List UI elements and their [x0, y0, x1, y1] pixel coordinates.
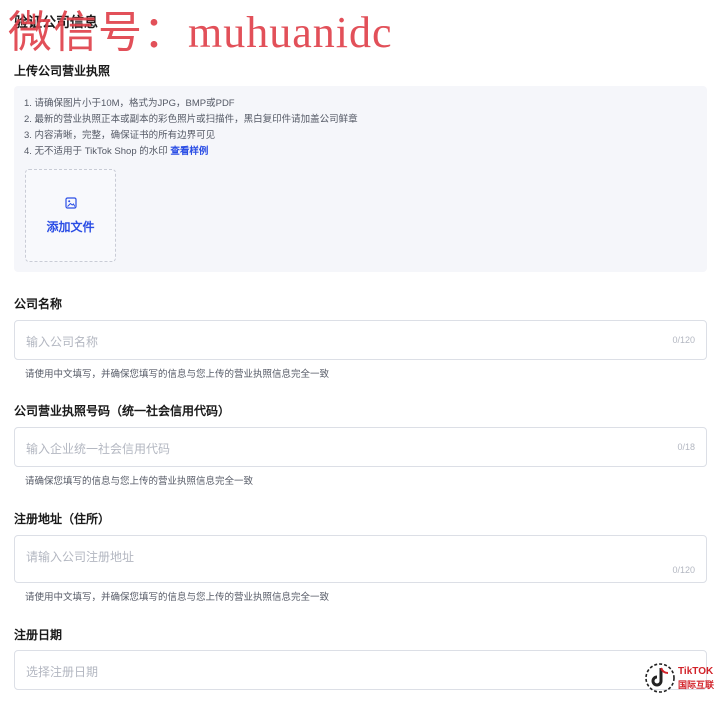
license-number-input[interactable]: 输入企业统一社会信用代码 0/18	[14, 427, 707, 467]
license-number-label: 公司营业执照号码（统一社会信用代码）	[14, 404, 231, 418]
view-sample-link[interactable]: 查看样例	[170, 146, 208, 157]
company-name-input[interactable]: 输入公司名称 0/120	[14, 320, 707, 360]
license-number-placeholder: 输入企业统一社会信用代码	[26, 442, 171, 456]
upload-rule: 1. 请确保图片小于10M，格式为JPG，BMP或PDF	[24, 98, 235, 109]
logo-text-line1: TikTOK	[678, 666, 714, 677]
company-name-hint: 请使用中文填写，并确保您填写的信息与您上传的营业执照信息完全一致	[25, 369, 330, 380]
tiktok-note-icon	[645, 663, 675, 693]
license-number-hint: 请确保您填写的信息与您上传的营业执照信息完全一致	[25, 476, 254, 487]
license-number-counter: 0/18	[677, 442, 695, 452]
address-label: 注册地址（住所）	[14, 512, 111, 526]
upload-rule: 3. 内容清晰，完整，确保证书的所有边界可见	[24, 130, 216, 141]
add-file-dropzone[interactable]: 添加文件	[25, 169, 116, 262]
tiktok-logo: TikTOK 国际互联	[644, 660, 720, 696]
company-name-label: 公司名称	[14, 297, 63, 311]
reg-date-picker[interactable]: 选择注册日期	[14, 650, 707, 690]
upload-panel: 1. 请确保图片小于10M，格式为JPG，BMP或PDF 2. 最新的营业执照正…	[14, 86, 707, 272]
upload-rule: 2. 最新的营业执照正本或副本的彩色照片或扫描件，黑白复印件请加盖公司鲜章	[24, 114, 358, 125]
address-placeholder: 请输入公司注册地址	[26, 550, 135, 564]
reg-date-label: 注册日期	[14, 628, 63, 642]
address-textarea[interactable]: 请输入公司注册地址 0/120	[14, 535, 707, 583]
company-name-counter: 0/120	[672, 335, 695, 345]
address-hint: 请使用中文填写，并确保您填写的信息与您上传的营业执照信息完全一致	[25, 592, 330, 603]
address-counter: 0/120	[672, 565, 695, 575]
logo-text-line2: 国际互联	[678, 680, 715, 690]
image-icon	[65, 197, 77, 209]
upload-rule-text: 4. 无不适用于 TikTok Shop 的水印	[24, 146, 171, 157]
watermark-text: 微信号：muhuanidc	[8, 8, 393, 57]
reg-date-placeholder: 选择注册日期	[26, 665, 99, 679]
company-name-placeholder: 输入公司名称	[26, 335, 99, 349]
add-file-label: 添加文件	[46, 220, 95, 234]
upload-rules-list: 1. 请确保图片小于10M，格式为JPG，BMP或PDF 2. 最新的营业执照正…	[24, 96, 358, 160]
upload-heading: 上传公司营业执照	[14, 64, 111, 78]
upload-rule: 4. 无不适用于 TikTok Shop 的水印 查看样例	[24, 144, 358, 160]
